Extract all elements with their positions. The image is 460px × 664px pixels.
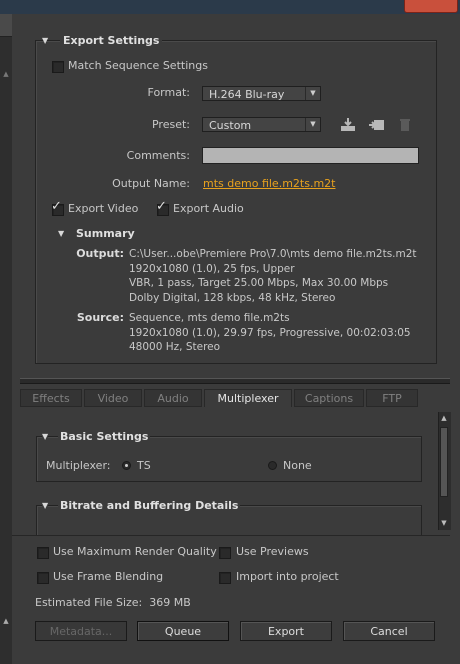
tab-multiplexer[interactable]: Multiplexer xyxy=(204,389,292,407)
tab-effects[interactable]: Effects xyxy=(20,389,82,407)
collapse-triangle-icon[interactable]: ▼ xyxy=(42,36,48,45)
ts-radio-label: TS xyxy=(137,459,151,472)
summary-triangle-icon[interactable]: ▼ xyxy=(58,229,64,238)
dropdown-arrow-icon: ▼ xyxy=(305,87,320,100)
export-video-label: Export Video xyxy=(68,202,139,215)
summary-output-key: Output: xyxy=(76,247,124,260)
summary-source-block: Sequence, mts demo file.m2ts 1920x1080 (… xyxy=(129,311,411,355)
checkmark-icon: ✓ xyxy=(156,199,167,214)
bottom-separator xyxy=(12,535,450,536)
left-panel-header xyxy=(0,14,12,37)
comments-label: Comments: xyxy=(126,149,190,162)
summary-source-line: Sequence, mts demo file.m2ts xyxy=(129,312,290,324)
export-audio-label: Export Audio xyxy=(173,202,244,215)
preset-label: Preset: xyxy=(151,118,190,131)
summary-output-line: 1920x1080 (1.0), 25 fps, Upper xyxy=(129,262,295,275)
scroll-down-icon[interactable]: ▼ xyxy=(440,519,448,527)
tab-video[interactable]: Video xyxy=(84,389,142,407)
summary-title: Summary xyxy=(76,227,135,240)
export-settings-title: Export Settings xyxy=(60,34,163,47)
output-name-link[interactable]: mts demo file.m2ts.m2t xyxy=(203,177,335,190)
summary-output-line: Dolby Digital, 128 kbps, 48 kHz, Stereo xyxy=(129,291,336,304)
summary-output-line: C:\User...obe\Premiere Pro\7.0\mts demo … xyxy=(129,248,417,260)
estimated-file-size: Estimated File Size: 369 MB xyxy=(35,596,191,609)
export-button[interactable]: Export xyxy=(240,621,332,641)
dropdown-arrow-icon: ▼ xyxy=(305,118,320,131)
import-preset-icon[interactable] xyxy=(368,117,386,132)
tab-audio[interactable]: Audio xyxy=(144,389,202,407)
ts-radio[interactable] xyxy=(122,461,131,470)
summary-source-line: 48000 Hz, Stereo xyxy=(129,341,221,353)
max-render-quality-label: Use Maximum Render Quality xyxy=(53,545,217,558)
bitrate-title: Bitrate and Buffering Details xyxy=(58,499,241,512)
output-name-label: Output Name: xyxy=(112,177,190,190)
comments-input[interactable] xyxy=(202,147,419,164)
window-title-bar xyxy=(0,0,460,14)
left-scroll-down-icon[interactable]: ▲ xyxy=(2,617,10,625)
save-preset-icon[interactable] xyxy=(340,117,356,132)
preset-dropdown[interactable]: Custom ▼ xyxy=(202,117,321,132)
import-into-project-label: Import into project xyxy=(236,570,339,583)
tab-captions[interactable]: Captions xyxy=(294,389,364,407)
match-sequence-checkbox[interactable] xyxy=(52,61,64,73)
bitrate-triangle-icon[interactable]: ▼ xyxy=(42,501,49,510)
import-into-project-checkbox[interactable] xyxy=(219,572,231,584)
frame-blending-label: Use Frame Blending xyxy=(53,570,164,583)
format-label: Format: xyxy=(147,86,190,99)
delete-preset-icon[interactable] xyxy=(399,117,411,132)
tab-ftp[interactable]: FTP xyxy=(366,389,418,407)
summary-source-key: Source: xyxy=(76,311,124,324)
format-value: H.264 Blu-ray xyxy=(209,88,285,101)
multiplexer-label: Multiplexer: xyxy=(46,459,111,472)
match-sequence-label: Match Sequence Settings xyxy=(68,59,208,72)
none-radio[interactable] xyxy=(268,461,277,470)
max-render-quality-checkbox[interactable] xyxy=(37,547,49,559)
basic-settings-triangle-icon[interactable]: ▼ xyxy=(42,432,49,441)
scrollbar-thumb[interactable] xyxy=(440,427,448,497)
none-radio-label: None xyxy=(283,459,312,472)
frame-blending-checkbox[interactable] xyxy=(37,572,49,584)
basic-settings-title: Basic Settings xyxy=(58,430,151,443)
left-scroll-up-icon[interactable]: ▲ xyxy=(2,70,10,78)
scroll-up-icon[interactable]: ▲ xyxy=(440,414,448,422)
summary-source-line: 1920x1080 (1.0), 29.97 fps, Progressive,… xyxy=(129,326,411,339)
use-previews-label: Use Previews xyxy=(236,545,309,558)
preset-value: Custom xyxy=(209,119,252,132)
window-close-button[interactable] xyxy=(404,0,458,13)
format-dropdown[interactable]: H.264 Blu-ray ▼ xyxy=(202,86,321,101)
metadata-button[interactable]: Metadata... xyxy=(35,621,127,641)
summary-output-block: C:\User...obe\Premiere Pro\7.0\mts demo … xyxy=(129,247,417,305)
panel-divider[interactable] xyxy=(20,378,450,384)
checkmark-icon: ✓ xyxy=(51,199,62,214)
cancel-button[interactable]: Cancel xyxy=(343,621,435,641)
summary-output-line: VBR, 1 pass, Target 25.00 Mbps, Max 30.0… xyxy=(129,277,389,289)
queue-button[interactable]: Queue xyxy=(137,621,229,641)
use-previews-checkbox[interactable] xyxy=(219,547,231,559)
